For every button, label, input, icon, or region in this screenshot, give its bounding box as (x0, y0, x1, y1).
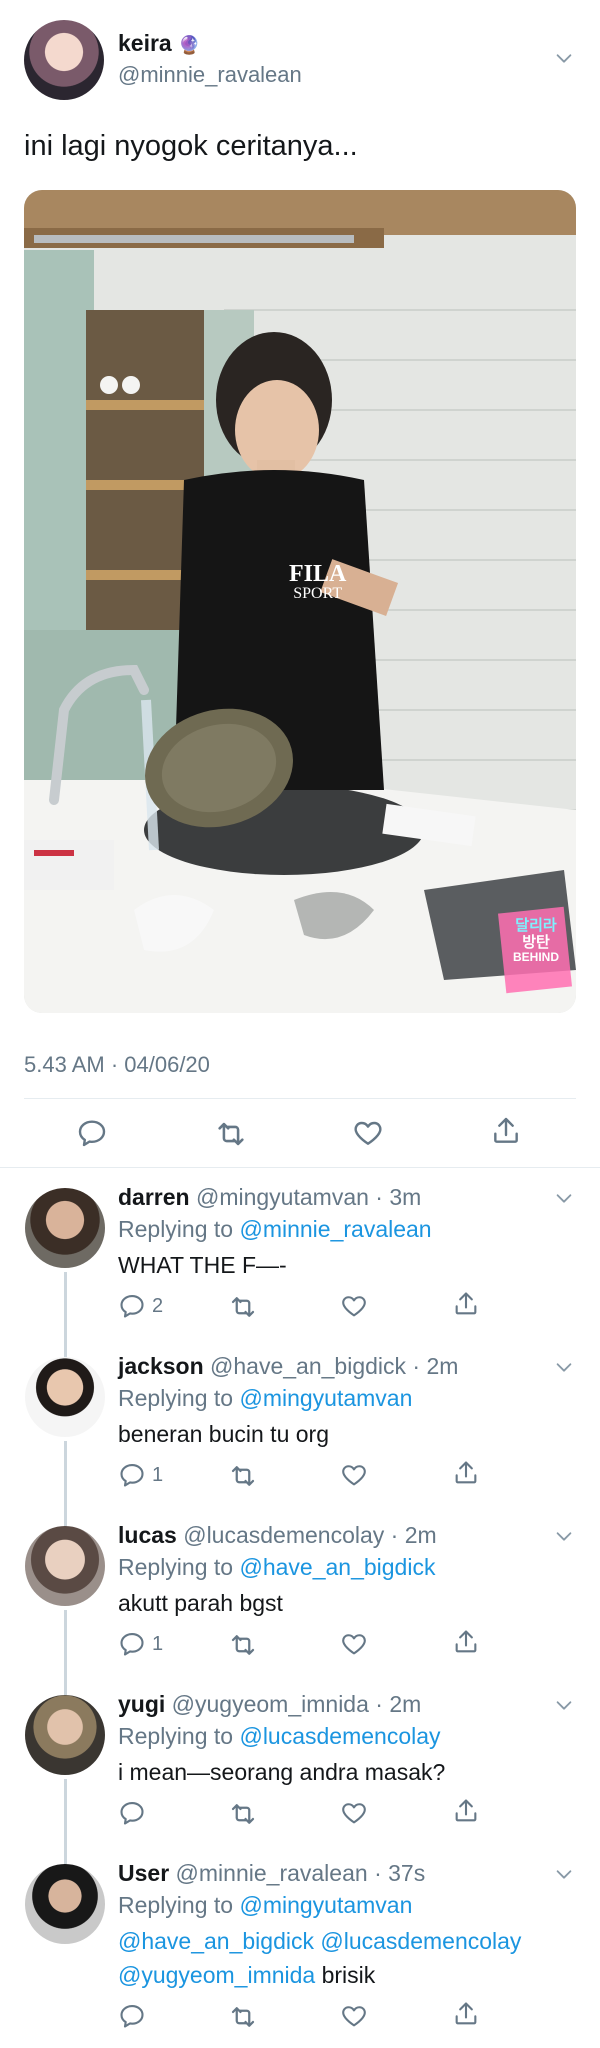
reply-time[interactable]: · 37s (374, 1860, 425, 1886)
reply-text: i mean—seorang andra masak? (118, 1759, 446, 1785)
like-icon[interactable] (340, 1292, 368, 1320)
reply-author-handle[interactable]: @have_an_bigdick (210, 1353, 406, 1379)
reply-button[interactable] (118, 1799, 152, 1827)
chevron-down-icon[interactable] (553, 1356, 575, 1378)
retweet-icon[interactable] (228, 1630, 258, 1660)
reply-button[interactable]: 1 (118, 1461, 163, 1489)
reply-text: WHAT THE F—- (118, 1252, 287, 1278)
author-name[interactable]: keira (118, 30, 172, 56)
shirt-logo: FILA SPORT (289, 561, 347, 602)
chevron-down-icon[interactable] (553, 1525, 575, 1547)
reply-author-handle[interactable]: @minnie_ravalean (176, 1860, 368, 1886)
avatar[interactable] (25, 1864, 105, 1944)
reply-button[interactable] (118, 2002, 152, 2030)
thread-connector (64, 1779, 67, 1869)
sticker-text: 달리라 방탄 BEHIND (512, 917, 559, 964)
mention-line[interactable]: @have_an_bigdick @lucasdemencolay (118, 1928, 521, 1955)
replying-to-label: Replying to (118, 1385, 234, 1411)
reply-time[interactable]: · 3m (375, 1184, 421, 1210)
like-icon[interactable] (352, 1117, 384, 1149)
share-icon[interactable] (490, 1115, 522, 1147)
reply-count: 2 (152, 1294, 164, 1317)
reply-time[interactable]: · 2m (375, 1691, 421, 1717)
retweet-icon[interactable] (228, 1461, 258, 1491)
reply-icon (118, 1799, 146, 1827)
author-handle[interactable]: @minnie_ravalean (118, 62, 302, 88)
share-icon[interactable] (452, 1628, 480, 1656)
reply-icon[interactable] (76, 1117, 108, 1149)
tweet-photo[interactable]: FILA SPORT 달리라 방탄 BEHIND (24, 190, 576, 1013)
reply-time[interactable]: · 2m (391, 1522, 437, 1548)
like-icon[interactable] (340, 1630, 368, 1658)
like-icon[interactable] (340, 1799, 368, 1827)
chevron-down-icon[interactable] (553, 1863, 575, 1885)
reply-text: akutt parah bgst (118, 1590, 283, 1616)
reply-author-handle[interactable]: @lucasdemencolay (183, 1522, 384, 1548)
replying-to-label: Replying to (118, 1554, 234, 1580)
reply-count: 1 (152, 1463, 164, 1486)
like-icon[interactable] (340, 1461, 368, 1489)
thread-connector (64, 1610, 67, 1700)
reply-text: brisik (321, 1962, 376, 1988)
reply-icon (118, 1461, 146, 1489)
thread-connector (64, 1441, 67, 1531)
reply-author-handle[interactable]: @yugyeom_imnida (172, 1691, 369, 1717)
avatar[interactable] (25, 1526, 105, 1606)
author-emoji: 🔮 (178, 35, 201, 55)
reply-author-name[interactable]: User (118, 1860, 169, 1886)
reply-icon (118, 2002, 146, 2030)
avatar[interactable] (25, 1695, 105, 1775)
divider (0, 1167, 600, 1168)
share-icon[interactable] (452, 1459, 480, 1487)
reply-icon (118, 1630, 146, 1658)
replying-to-link[interactable]: @minnie_ravalean (239, 1216, 431, 1242)
reply-button[interactable]: 1 (118, 1630, 163, 1658)
replying-to-link[interactable]: @lucasdemencolay (239, 1723, 440, 1749)
divider (24, 1098, 576, 1099)
reply-time[interactable]: · 2m (412, 1353, 458, 1379)
avatar[interactable] (25, 1357, 105, 1437)
like-icon[interactable] (340, 2002, 368, 2030)
reply-button[interactable]: 2 (118, 1292, 163, 1320)
reply-text: beneran bucin tu org (118, 1421, 329, 1447)
avatar[interactable] (25, 1188, 105, 1268)
replying-to-link[interactable]: @mingyutamvan (239, 1385, 412, 1411)
retweet-icon[interactable] (228, 1799, 258, 1829)
avatar[interactable] (24, 20, 104, 100)
retweet-icon[interactable] (228, 2002, 258, 2032)
replying-to-label: Replying to (118, 1892, 234, 1918)
mention-link[interactable]: @yugyeom_imnida (118, 1962, 315, 1988)
chevron-down-icon[interactable] (553, 1694, 575, 1716)
share-icon[interactable] (452, 1797, 480, 1825)
chevron-down-icon[interactable] (553, 47, 575, 69)
reply-author-name[interactable]: darren (118, 1184, 190, 1210)
reply-author-handle[interactable]: @mingyutamvan (196, 1184, 369, 1210)
reply-author-name[interactable]: yugi (118, 1691, 165, 1717)
reply-icon (118, 1292, 146, 1320)
tweet-text: ini lagi nyogok ceritanya... (24, 130, 358, 162)
retweet-icon[interactable] (214, 1117, 248, 1151)
reply-count: 1 (152, 1632, 164, 1655)
chevron-down-icon[interactable] (553, 1187, 575, 1209)
tweet-timestamp[interactable]: 5.43 AM · 04/06/20 (24, 1052, 210, 1078)
replying-to-link[interactable]: @have_an_bigdick (239, 1554, 435, 1580)
share-icon[interactable] (452, 2000, 480, 2028)
reply-author-name[interactable]: lucas (118, 1522, 177, 1548)
replying-to-link[interactable]: @mingyutamvan (239, 1892, 412, 1918)
reply-author-name[interactable]: jackson (118, 1353, 204, 1379)
retweet-icon[interactable] (228, 1292, 258, 1322)
replying-to-label: Replying to (118, 1216, 234, 1242)
share-icon[interactable] (452, 1290, 480, 1318)
thread-connector (64, 1272, 67, 1362)
replying-to-label: Replying to (118, 1723, 234, 1749)
